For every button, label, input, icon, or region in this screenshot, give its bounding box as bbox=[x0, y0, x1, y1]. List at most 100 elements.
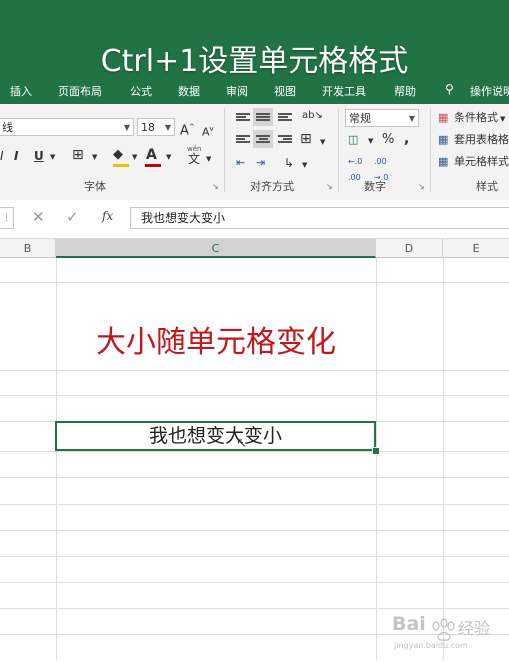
conditional-format-button[interactable]: 条件格式 bbox=[454, 110, 498, 126]
ribbon-tabs: 插入 页面布局 公式 数据 审阅 视图 开发工具 帮助 ⚲ 操作说明 bbox=[0, 78, 509, 104]
font-size-value: 18 bbox=[141, 121, 155, 134]
formula-input[interactable]: 我也想变大变小 bbox=[130, 207, 509, 229]
watermark-url: jingyan.baidu.com bbox=[394, 641, 468, 650]
cancel-icon[interactable]: ✕ bbox=[32, 208, 45, 226]
cell-styles-button[interactable]: 单元格样式 bbox=[454, 154, 509, 170]
tab-help[interactable]: 帮助 bbox=[394, 83, 416, 99]
dialog-launcher-icon[interactable]: ↘ bbox=[326, 182, 333, 191]
font-name-value: 线 bbox=[2, 121, 13, 134]
chevron-down-icon[interactable]: ▼ bbox=[50, 149, 55, 165]
align-bottom-icon[interactable] bbox=[278, 112, 292, 124]
align-right-icon[interactable] bbox=[278, 134, 292, 146]
tab-formulas[interactable]: 公式 bbox=[130, 83, 152, 99]
number-group-label: 数字 bbox=[364, 180, 386, 193]
gridline bbox=[0, 582, 509, 583]
column-headers: B C D E bbox=[0, 238, 509, 258]
format-as-table-button[interactable]: 套用表格格 bbox=[454, 132, 509, 148]
fill-color-icon[interactable]: ◆ bbox=[113, 146, 123, 164]
tab-data[interactable]: 数据 bbox=[178, 83, 200, 99]
tab-page-layout[interactable]: 页面布局 bbox=[58, 83, 102, 99]
chevron-down-icon[interactable]: ▼ bbox=[166, 149, 171, 165]
align-top-icon[interactable] bbox=[236, 112, 250, 124]
percent-style-button[interactable]: % bbox=[382, 131, 394, 149]
insert-function-button[interactable]: fx bbox=[102, 209, 113, 223]
chevron-down-icon: ▼ bbox=[123, 123, 130, 132]
alignment-group-label: 对齐方式 bbox=[250, 180, 294, 193]
tab-review[interactable]: 审阅 bbox=[226, 83, 248, 99]
column-header-b[interactable]: B bbox=[0, 239, 56, 258]
underline-button[interactable]: U bbox=[34, 147, 44, 165]
watermark-brand-cn: 经验 bbox=[458, 619, 491, 638]
gridline bbox=[0, 556, 509, 557]
table-format-icon: ▦ bbox=[438, 133, 449, 146]
chevron-down-icon: ▼ bbox=[164, 123, 171, 132]
fill-color-swatch bbox=[113, 164, 129, 167]
group-separator bbox=[338, 108, 339, 192]
borders-icon[interactable]: ⊞ bbox=[72, 146, 84, 164]
font-size-select[interactable]: 18 ▼ bbox=[137, 118, 175, 136]
formula-buttons: ✕ ✓ fx bbox=[20, 207, 126, 229]
chevron-down-icon: ▼ bbox=[408, 114, 415, 123]
decrease-indent-icon[interactable]: ⇤ bbox=[236, 154, 245, 172]
tab-tell-me[interactable]: 操作说明 bbox=[470, 83, 509, 99]
chevron-down-icon[interactable]: ▼ bbox=[92, 149, 97, 165]
watermark-brand: Bai bbox=[392, 613, 426, 635]
gridline bbox=[0, 451, 509, 452]
dialog-launcher-icon[interactable]: ↘ bbox=[212, 182, 219, 191]
increase-decimal-icon[interactable]: ←.0.00 bbox=[348, 154, 362, 186]
selected-cell[interactable]: 我也想变大变小 bbox=[55, 421, 376, 451]
font-color-icon[interactable]: A bbox=[146, 146, 157, 164]
cell-styles-icon: ▦ bbox=[438, 155, 449, 168]
styles-group-label: 样式 bbox=[476, 180, 498, 193]
name-box-edge[interactable]: ⋮ bbox=[0, 207, 14, 229]
font-name-select[interactable]: 线 ▼ bbox=[0, 118, 134, 136]
cursor-arrow-icon: ↖ bbox=[236, 436, 247, 451]
comma-style-button[interactable]: , bbox=[404, 130, 409, 148]
phonetic-guide-button[interactable]: 文 bbox=[188, 150, 200, 168]
grow-font-button[interactable]: A^ bbox=[180, 118, 195, 140]
conditional-format-icon: ▦ bbox=[438, 111, 449, 124]
gridline bbox=[0, 282, 509, 283]
overlay-title: Ctrl+1设置单元格格式 bbox=[100, 44, 409, 79]
align-left-icon[interactable] bbox=[236, 134, 250, 146]
chevron-down-icon[interactable]: ▼ bbox=[500, 111, 505, 127]
orientation-icon[interactable]: ab↘ bbox=[302, 107, 323, 125]
dialog-launcher-icon[interactable]: ↘ bbox=[418, 182, 425, 191]
gridline bbox=[0, 477, 509, 478]
column-header-e[interactable]: E bbox=[443, 239, 509, 258]
shrink-font-button[interactable]: Av bbox=[202, 120, 214, 142]
gridline bbox=[0, 530, 509, 531]
wrap-text-icon[interactable]: ↳ bbox=[284, 154, 294, 172]
chevron-down-icon[interactable]: ▼ bbox=[368, 133, 373, 149]
group-separator bbox=[224, 108, 225, 192]
accounting-format-icon[interactable]: ◫ bbox=[348, 131, 358, 149]
merge-center-icon[interactable]: ⊞ bbox=[300, 130, 312, 148]
italic-button[interactable]: I bbox=[0, 147, 4, 165]
shrink-font-label: A bbox=[202, 125, 210, 139]
column-header-d[interactable]: D bbox=[376, 239, 443, 258]
column-header-c[interactable]: C bbox=[56, 239, 376, 258]
chevron-down-icon[interactable]: ▼ bbox=[132, 149, 137, 165]
grow-font-label: A bbox=[180, 123, 189, 139]
font-group-label: 字体 bbox=[84, 180, 106, 193]
increase-indent-icon[interactable]: ⇥ bbox=[256, 154, 265, 172]
ribbon: 线 ▼ 18 ▼ A^ Av I I U ▼ ⊞ ▼ ◆ ▼ A ▼ wén 文… bbox=[0, 104, 509, 201]
number-format-select[interactable]: 常规 ▼ bbox=[345, 109, 419, 127]
gridline bbox=[0, 504, 509, 505]
enter-check-icon[interactable]: ✓ bbox=[66, 208, 79, 226]
chevron-down-icon[interactable]: ▼ bbox=[320, 134, 325, 150]
tab-view[interactable]: 视图 bbox=[274, 83, 296, 99]
gridline bbox=[0, 395, 509, 396]
fill-handle[interactable] bbox=[372, 447, 380, 455]
tab-insert[interactable]: 插入 bbox=[10, 83, 32, 99]
chevron-down-icon[interactable]: ▼ bbox=[302, 157, 307, 173]
italic-button-2[interactable]: I bbox=[14, 147, 18, 165]
chevron-down-icon[interactable]: ▼ bbox=[206, 151, 211, 167]
number-format-value: 常规 bbox=[349, 112, 371, 125]
cell-c-large-text[interactable]: 大小随单元格变化 bbox=[56, 316, 376, 370]
font-color-swatch bbox=[145, 164, 161, 167]
gridline bbox=[0, 370, 509, 371]
align-middle-icon bbox=[256, 112, 270, 124]
lightbulb-icon[interactable]: ⚲ bbox=[445, 82, 454, 96]
tab-developer[interactable]: 开发工具 bbox=[322, 83, 366, 99]
